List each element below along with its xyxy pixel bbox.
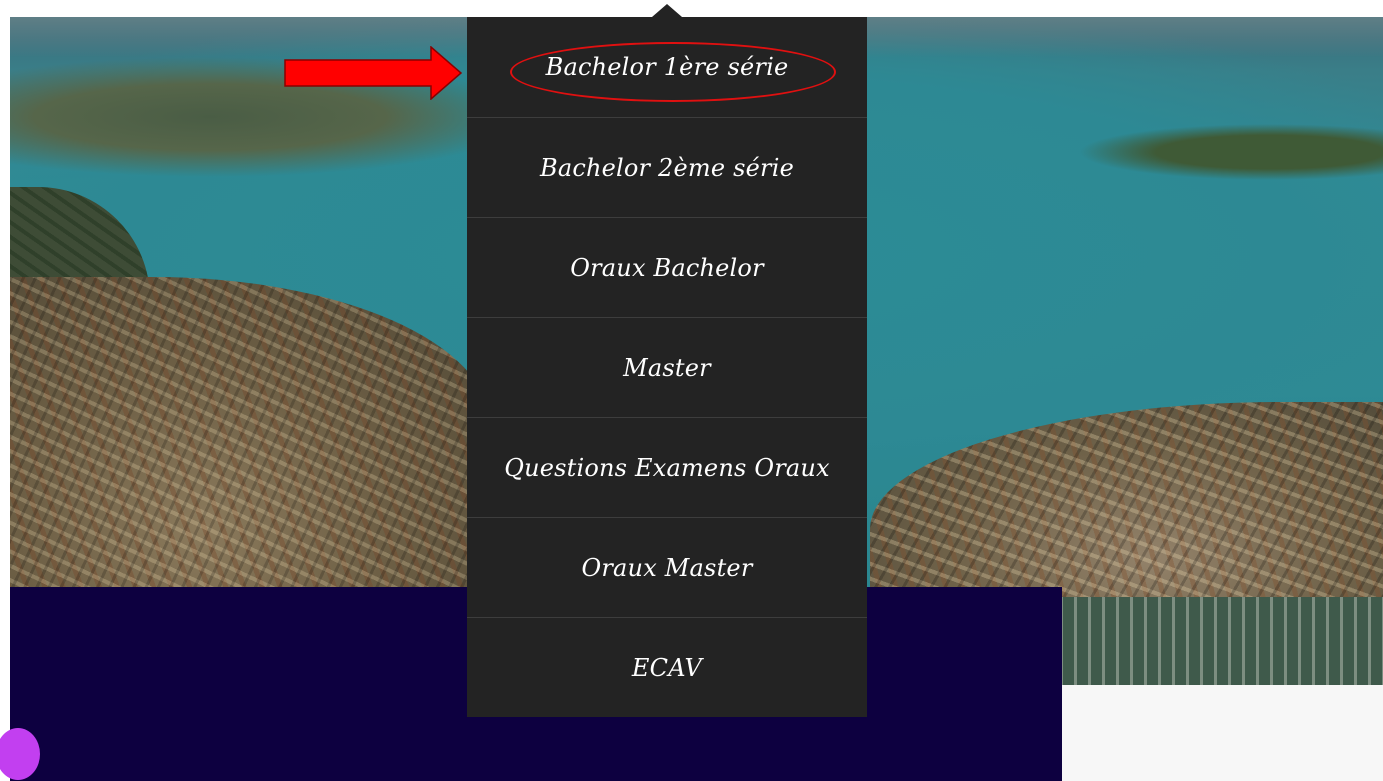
menu-item-ecav[interactable]: ECAV [467,617,867,717]
menu-item-master[interactable]: Master [467,317,867,417]
menu-item-questions-examens-oraux[interactable]: Questions Examens Oraux [467,417,867,517]
menu-item-oraux-master[interactable]: Oraux Master [467,517,867,617]
menu-item-bachelor-1ere-serie[interactable]: Bachelor 1ère série [467,17,867,117]
gray-content-panel [1062,685,1383,781]
dropdown-caret [652,4,682,17]
hero-city-right-low [1060,597,1383,685]
dropdown-menu: Bachelor 1ère série Bachelor 2ème série … [467,17,867,717]
menu-item-oraux-bachelor[interactable]: Oraux Bachelor [467,217,867,317]
menu-item-bachelor-2eme-serie[interactable]: Bachelor 2ème série [467,117,867,217]
